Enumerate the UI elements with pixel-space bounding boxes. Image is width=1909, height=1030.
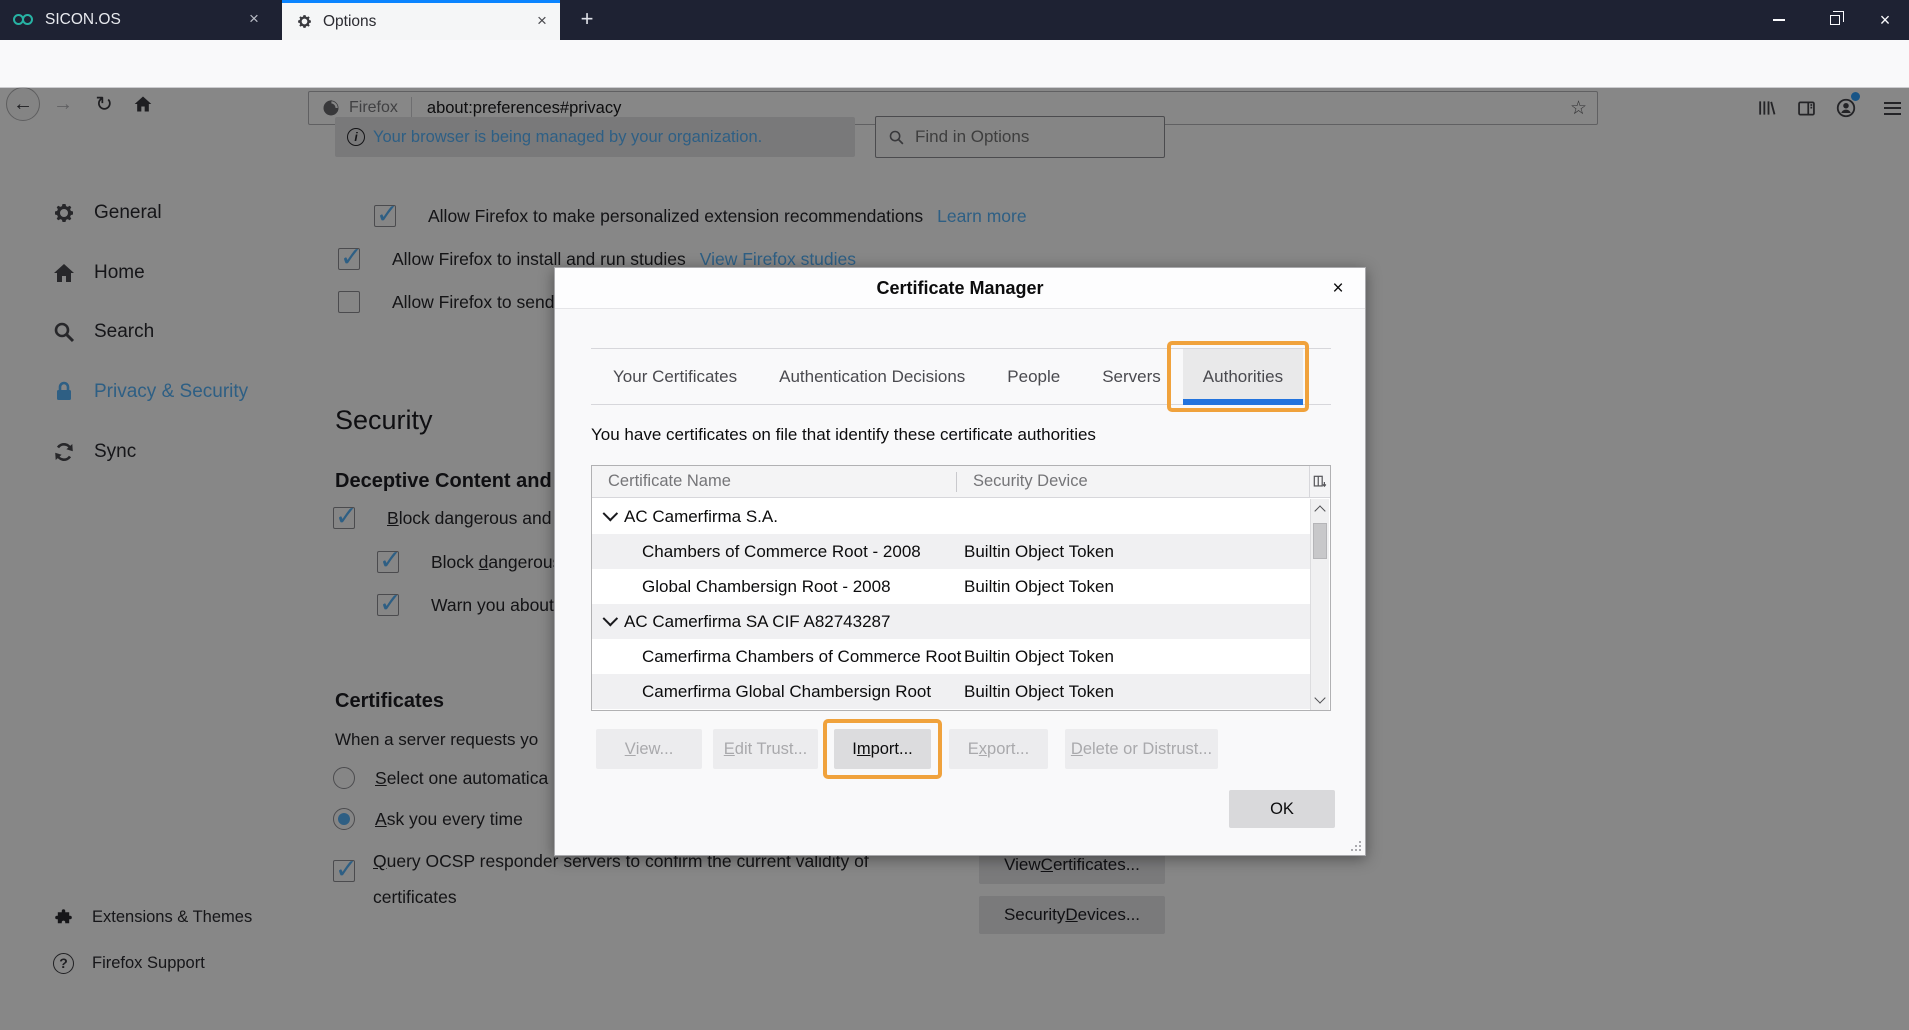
dialog-close-button[interactable]: × [1325, 276, 1351, 302]
view-button[interactable]: View... [596, 729, 702, 769]
dialog-description: You have certificates on file that ident… [591, 425, 1096, 445]
import-button[interactable]: Import... [834, 729, 931, 769]
export-button[interactable]: Export... [949, 729, 1048, 769]
certificate-list: AC Camerfirma S.A. Chambers of Commerce … [592, 499, 1330, 709]
scroll-down-icon[interactable] [1314, 692, 1325, 703]
tab-servers[interactable]: Servers [1082, 349, 1181, 404]
column-picker-icon[interactable] [1309, 466, 1330, 498]
tab-people[interactable]: People [987, 349, 1080, 404]
tab-your-certificates[interactable]: Your Certificates [593, 349, 757, 404]
dialog-tab-strip: Your Certificates Authentication Decisio… [591, 348, 1331, 405]
table-row[interactable]: Chambers of Commerce Root - 2008Builtin … [592, 534, 1310, 569]
ok-button[interactable]: OK [1229, 790, 1335, 828]
tab-authorities[interactable]: Authorities [1183, 349, 1303, 404]
tab-sicon-os[interactable]: SICON.OS × [0, 0, 272, 40]
sicon-favicon-icon [13, 13, 35, 27]
column-divider[interactable] [956, 472, 957, 492]
scrollbar-thumb[interactable] [1313, 523, 1327, 559]
chevron-down-icon[interactable] [603, 506, 619, 522]
certificate-table: Certificate Name Security Device AC Came… [591, 465, 1331, 711]
table-row[interactable]: Camerfirma Global Chambersign RootBuilti… [592, 674, 1310, 709]
tab-title: Options [323, 13, 530, 31]
window-close-button[interactable]: × [1862, 0, 1908, 40]
table-header: Certificate Name Security Device [592, 466, 1330, 498]
edit-trust-button[interactable]: Edit Trust... [713, 729, 818, 769]
table-row-group[interactable]: AC Camerfirma SA CIF A82743287 [592, 604, 1310, 639]
scroll-up-icon[interactable] [1314, 505, 1325, 516]
vertical-scrollbar[interactable] [1310, 499, 1329, 710]
browser-window: SICON.OS × Options × + × ← → ↻ Fire [0, 0, 1909, 1030]
dialog-title: Certificate Manager [876, 278, 1043, 299]
minimize-icon [1773, 19, 1785, 21]
tab-authentication-decisions[interactable]: Authentication Decisions [759, 349, 985, 404]
window-minimize-button[interactable] [1756, 0, 1802, 40]
tab-options[interactable]: Options × [282, 0, 560, 40]
column-header-security-device[interactable]: Security Device [973, 472, 1309, 491]
chevron-down-icon[interactable] [603, 611, 619, 627]
dialog-titlebar: Certificate Manager [555, 268, 1365, 309]
tab-title: SICON.OS [45, 11, 242, 29]
new-tab-button[interactable]: + [570, 6, 604, 34]
tab-bar: SICON.OS × Options × + × [0, 0, 1909, 40]
tab-close-icon[interactable]: × [530, 10, 554, 34]
tab-close-icon[interactable]: × [242, 8, 266, 32]
gear-favicon-icon [296, 13, 313, 30]
certificate-manager-dialog: Certificate Manager × Your Certificates … [554, 267, 1366, 856]
window-restore-button[interactable] [1812, 0, 1858, 40]
column-header-certificate-name[interactable]: Certificate Name [608, 472, 956, 491]
restore-icon [1830, 15, 1840, 25]
table-row-group[interactable]: AC Camerfirma S.A. [592, 499, 1310, 534]
table-row[interactable]: Camerfirma Chambers of Commerce RootBuil… [592, 639, 1310, 674]
navigation-toolbar: ← → ↻ Firefox ☆ [0, 40, 1909, 88]
resize-grip[interactable] [1349, 839, 1361, 851]
delete-or-distrust-button[interactable]: Delete or Distrust... [1065, 729, 1218, 769]
table-row[interactable]: Global Chambersign Root - 2008Builtin Ob… [592, 569, 1310, 604]
